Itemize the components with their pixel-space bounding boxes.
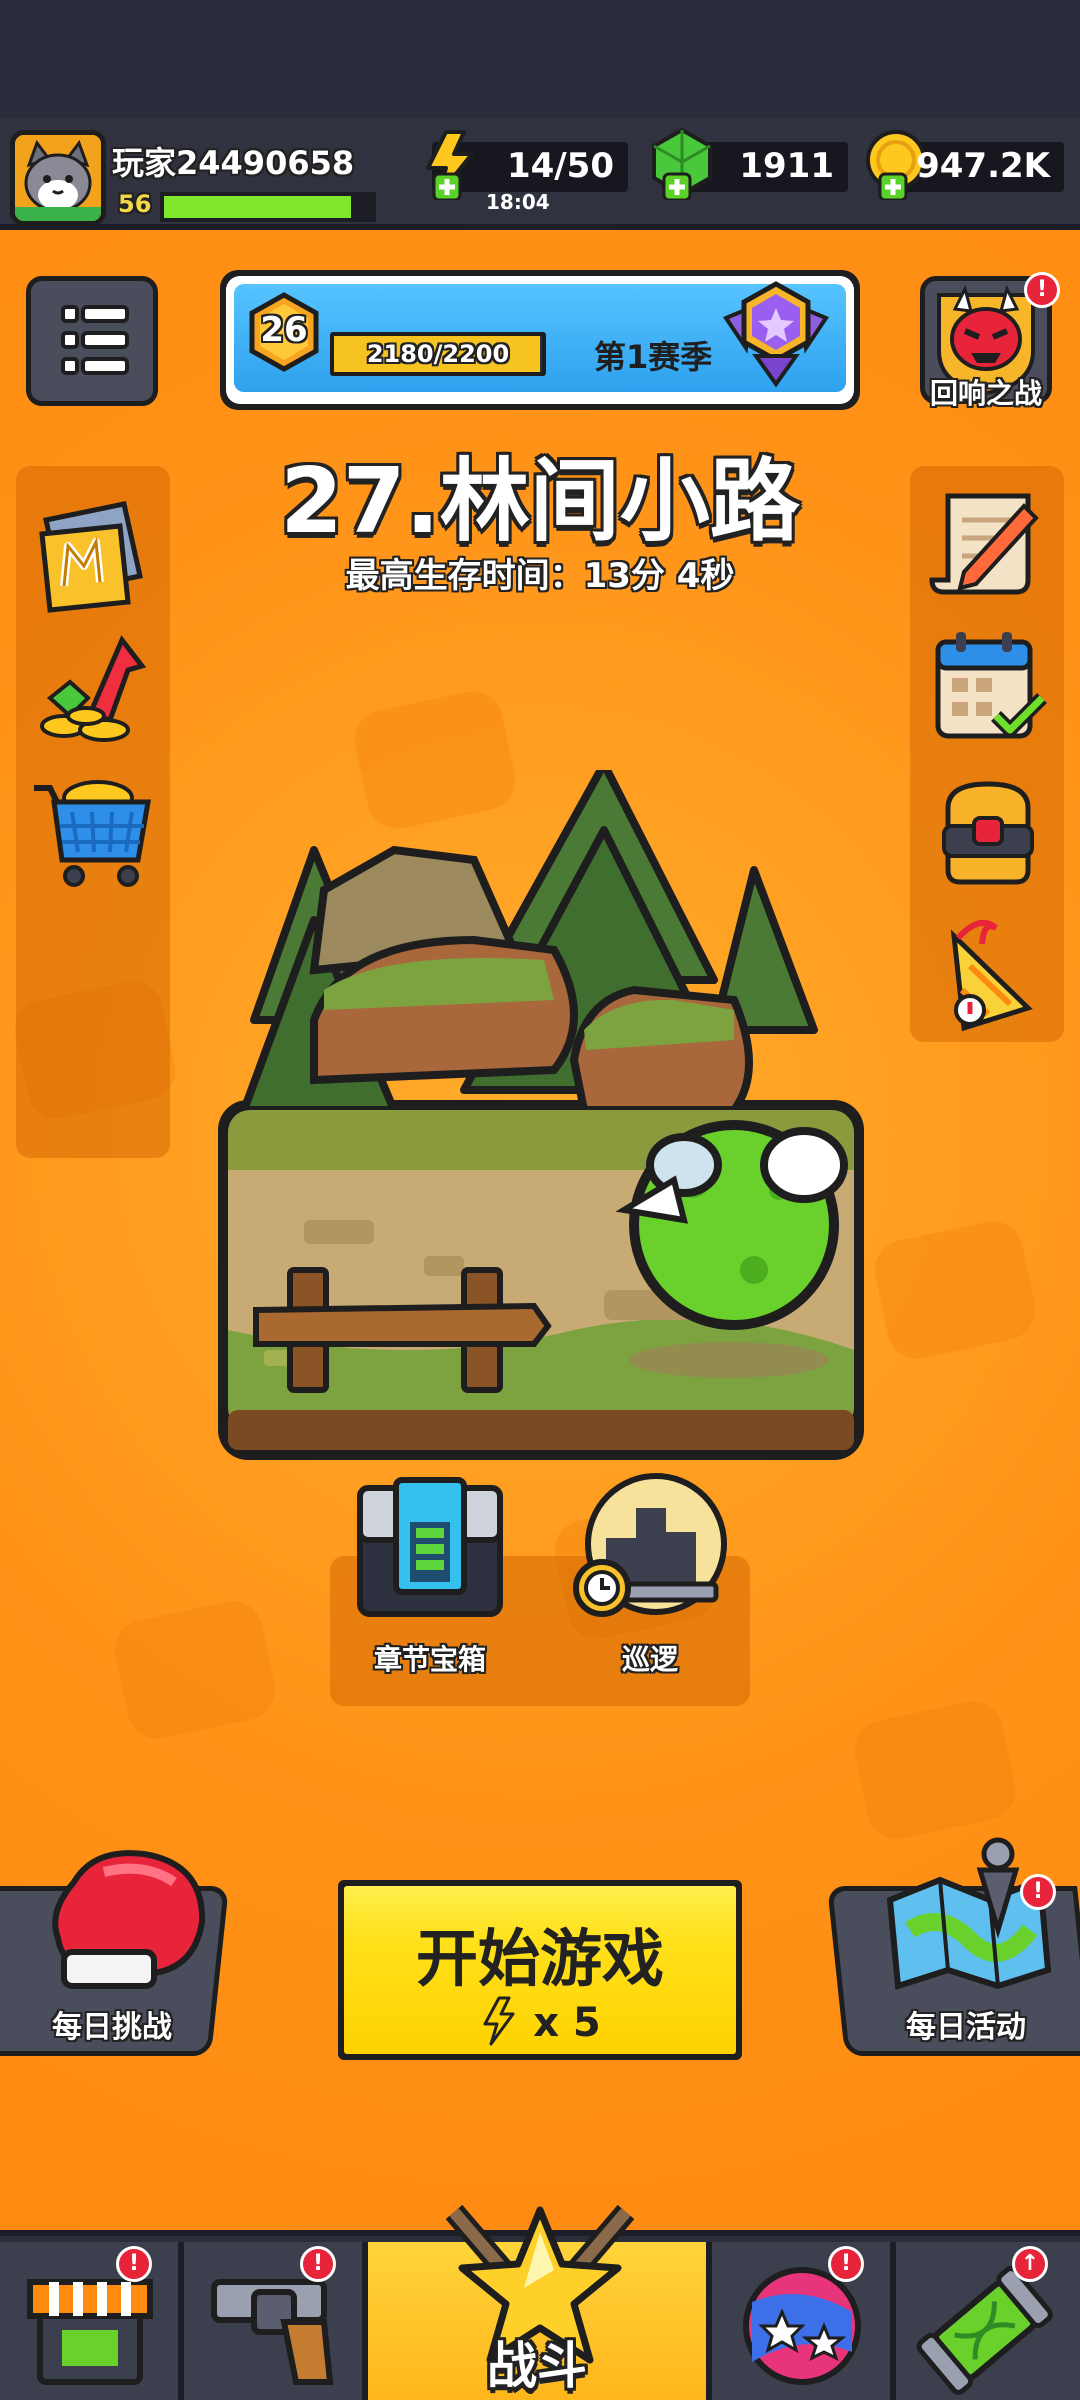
season-label: 第1赛季 (594, 338, 713, 376)
shop-stall-icon (27, 2279, 153, 2385)
chapter-chest-label: 章节宝箱 (373, 1643, 486, 1676)
party-horn-icon[interactable] (924, 910, 1052, 1038)
green-gem-plus-icon (652, 128, 712, 200)
boxing-glove-icon (52, 1850, 206, 1989)
echo-battle-label: 回响之战 (929, 377, 1042, 410)
chapter-chest-icon[interactable] (350, 1474, 510, 1624)
echo-battle-alert-badge: ! (1024, 272, 1060, 308)
gem-counter[interactable]: 1911 (652, 128, 848, 200)
nav-battle[interactable]: 战斗 (368, 2204, 712, 2400)
talents-alert-badge: ! (828, 2246, 864, 2282)
season-level: 26 (260, 310, 308, 350)
list-menu-icon (61, 305, 129, 375)
dna-capsule-icon (916, 2266, 1053, 2395)
nav-shop[interactable]: ! (0, 2242, 184, 2400)
energy-timer: 18:04 (486, 190, 550, 214)
treasure-map-icon (886, 1837, 1052, 1990)
player-xp-bar (160, 192, 376, 222)
status-bar (0, 0, 1080, 118)
patrol-icon[interactable] (566, 1468, 730, 1632)
start-game-energy-cost: x 5 (533, 2000, 601, 2046)
energy-counter[interactable]: 14/50 (426, 130, 628, 200)
player-avatar[interactable] (10, 130, 106, 226)
daily-challenge-label: 每日挑战 (52, 2010, 172, 2045)
menu-button[interactable] (26, 276, 158, 406)
player-xp-fill (164, 196, 352, 218)
daily-event-alert-badge: ! (1020, 1874, 1056, 1910)
lightning-icon (483, 1996, 515, 2046)
weapons-alert-badge: ! (300, 2246, 336, 2282)
backpack-icon[interactable] (924, 770, 1052, 898)
lightning-plus-icon (426, 130, 474, 200)
stage-illustration (218, 770, 864, 1460)
shop-alert-badge: ! (116, 2246, 152, 2282)
cat-avatar-icon (15, 135, 101, 221)
shopping-cart-icon[interactable] (28, 764, 156, 892)
revolver-icon (211, 2279, 334, 2385)
quest-scroll-icon[interactable] (924, 476, 1052, 604)
patrol-label: 巡逻 (621, 1643, 678, 1676)
start-game-label: 开始游戏 (415, 1922, 664, 1995)
bottom-navigation: ! ! 战斗 ! ↑ (0, 2204, 1080, 2400)
coin-value: 947.2K (916, 146, 1050, 186)
evolution-upgrade-badge: ↑ (1012, 2246, 1048, 2282)
background-pattern (849, 1695, 1021, 1845)
season-xp-bar: 2180/2200 (330, 332, 546, 376)
monthly-card-icon[interactable] (28, 490, 156, 618)
growth-fund-icon[interactable] (30, 620, 158, 748)
main-lobby: 2180/2200 第1赛季 26 ! 回响之战 27.林间小路 最高生存时间：… (0, 230, 1080, 2230)
daily-event-label: 每日活动 (906, 2010, 1026, 2045)
start-game-cost: x 5 (344, 1996, 736, 2046)
start-game-button[interactable]: 开始游戏 x 5 (338, 1880, 742, 2060)
energy-value: 14/50 (506, 146, 614, 186)
coin-counter[interactable]: 947.2K (866, 130, 1064, 200)
top-header: 玩家24490658 56 14/50 18:04 1911 947.2K (0, 118, 1080, 230)
nav-talents[interactable]: ! (712, 2242, 896, 2400)
star-orb-icon (743, 2267, 861, 2385)
nav-battle-label: 战斗 (487, 2337, 587, 2395)
nav-weapons[interactable]: ! (184, 2242, 368, 2400)
player-name: 玩家24490658 (112, 144, 355, 182)
background-pattern (869, 1215, 1041, 1365)
season-panel[interactable]: 2180/2200 第1赛季 26 (220, 270, 860, 410)
background-pattern (109, 1595, 281, 1745)
season-rank-badge-icon (722, 281, 830, 388)
calendar-check-icon[interactable] (924, 620, 1052, 748)
player-level: 56 (118, 190, 152, 218)
gem-value: 1911 (739, 146, 834, 186)
nav-evolution[interactable]: ↑ (896, 2242, 1080, 2400)
season-xp-text: 2180/2200 (366, 340, 510, 368)
